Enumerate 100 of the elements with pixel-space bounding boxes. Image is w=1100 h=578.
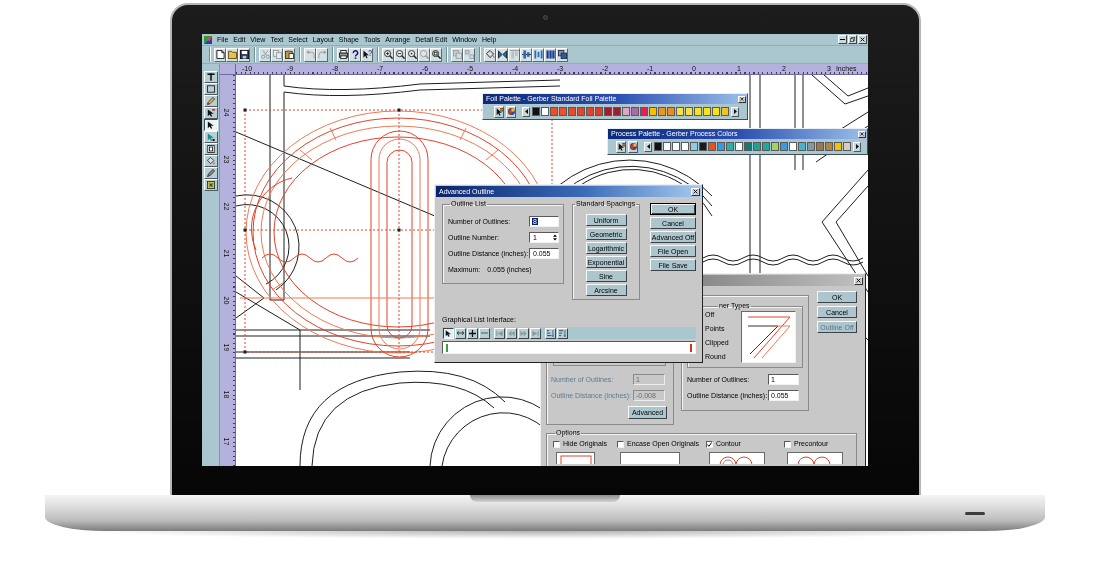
color-swatch[interactable] [622, 107, 630, 116]
color-swatch[interactable] [825, 142, 833, 151]
color-swatch[interactable] [834, 142, 842, 151]
help-button[interactable] [349, 47, 361, 62]
text-tool[interactable] [203, 71, 218, 83]
stretch-button[interactable] [455, 327, 466, 339]
checkbox[interactable] [706, 440, 713, 448]
reshape-tool[interactable] [203, 131, 218, 143]
color-swatch[interactable] [744, 142, 752, 151]
color-swatch[interactable] [780, 142, 788, 151]
color-swatch[interactable] [667, 107, 675, 116]
color-picker-button[interactable] [616, 140, 626, 153]
minimize-button[interactable] [838, 35, 847, 44]
close-button[interactable] [858, 130, 866, 138]
zoom-in-button[interactable] [382, 47, 394, 62]
color-swatch[interactable] [663, 142, 671, 151]
list-field[interactable] [442, 341, 696, 354]
color-swatch[interactable] [843, 142, 851, 151]
node-edit-tool[interactable] [203, 107, 218, 119]
color-swatch[interactable] [717, 142, 725, 151]
color-swatch[interactable] [613, 107, 621, 116]
zoom-fit-button[interactable] [430, 47, 442, 62]
color-swatch[interactable] [735, 142, 743, 151]
save-button[interactable] [238, 47, 250, 62]
color-swatch[interactable] [658, 107, 666, 116]
fill-button[interactable] [484, 47, 496, 62]
color-swatch[interactable] [703, 107, 711, 116]
pointer-tool[interactable] [203, 119, 218, 131]
sort-ascending-button[interactable] [545, 327, 556, 339]
scroll-left-button[interactable] [644, 141, 652, 152]
color-swatch[interactable] [694, 107, 702, 116]
color-swatch[interactable] [690, 142, 698, 151]
color-swatch[interactable] [640, 107, 648, 116]
grid-tool[interactable] [203, 179, 218, 191]
close-button[interactable] [738, 95, 746, 103]
color-swatch[interactable] [654, 142, 662, 151]
open-button[interactable] [226, 47, 238, 62]
print-button[interactable] [337, 47, 349, 62]
checkbox[interactable] [784, 440, 791, 448]
layers-button[interactable] [556, 47, 568, 62]
color-swatch[interactable] [586, 107, 594, 116]
skip-forward-icon [532, 329, 539, 337]
zoom-out-button[interactable] [394, 47, 406, 62]
pencil-icon [206, 97, 215, 105]
sort-descending-button[interactable] [557, 327, 568, 339]
color-swatch[interactable] [595, 107, 603, 116]
select-button[interactable] [443, 327, 454, 339]
rectangle-tool[interactable] [203, 83, 218, 95]
color-wheel-button[interactable] [506, 105, 516, 118]
color-swatch[interactable] [568, 107, 576, 116]
frame-tool[interactable] [203, 143, 218, 155]
color-swatch[interactable] [604, 107, 612, 116]
close-button[interactable] [854, 276, 863, 285]
color-swatch[interactable] [798, 142, 806, 151]
color-swatch[interactable] [789, 142, 797, 151]
color-swatch[interactable] [649, 107, 657, 116]
close-button[interactable] [858, 35, 867, 44]
color-swatch[interactable] [699, 142, 707, 151]
zoom-previous-button[interactable] [406, 47, 418, 62]
color-swatch[interactable] [685, 107, 693, 116]
color-swatch[interactable] [541, 107, 549, 116]
color-swatch[interactable] [771, 142, 779, 151]
distribute-button[interactable] [532, 47, 544, 62]
color-swatch[interactable] [753, 142, 761, 151]
color-swatch[interactable] [672, 142, 680, 151]
space-button[interactable] [544, 47, 556, 62]
color-swatch[interactable] [726, 142, 734, 151]
scroll-left-button[interactable] [522, 106, 530, 117]
color-wheel-button[interactable] [628, 140, 638, 153]
checkbox[interactable] [617, 440, 624, 448]
color-swatch[interactable] [550, 107, 558, 116]
scroll-right-button[interactable] [731, 106, 739, 117]
color-swatch[interactable] [577, 107, 585, 116]
checkbox[interactable] [553, 440, 560, 448]
color-swatch[interactable] [816, 142, 824, 151]
color-swatch[interactable] [631, 107, 639, 116]
pen-tool[interactable] [203, 167, 218, 179]
close-button[interactable] [691, 187, 700, 196]
color-swatch[interactable] [712, 107, 720, 116]
fill-tool[interactable] [203, 155, 218, 167]
pencil-tool[interactable] [203, 95, 218, 107]
scroll-right-button[interactable] [853, 141, 861, 152]
color-swatch[interactable] [807, 142, 815, 151]
color-swatch[interactable] [721, 107, 729, 116]
color-swatch[interactable] [708, 142, 716, 151]
paste-button[interactable] [283, 47, 295, 62]
add-button[interactable] [467, 327, 478, 339]
mirror-button[interactable] [496, 47, 508, 62]
new-button[interactable] [214, 47, 226, 62]
color-swatch[interactable] [559, 107, 567, 116]
restore-button[interactable] [848, 35, 857, 44]
color-swatch[interactable] [681, 142, 689, 151]
align-middle-button[interactable] [520, 47, 532, 62]
help-pointer-icon [362, 50, 372, 59]
context-help-button[interactable] [361, 47, 373, 62]
color-swatch[interactable] [762, 142, 770, 151]
color-swatch[interactable] [532, 107, 540, 116]
spin-arrows-icon [553, 234, 557, 241]
color-picker-button[interactable] [494, 105, 504, 118]
color-swatch[interactable] [676, 107, 684, 116]
